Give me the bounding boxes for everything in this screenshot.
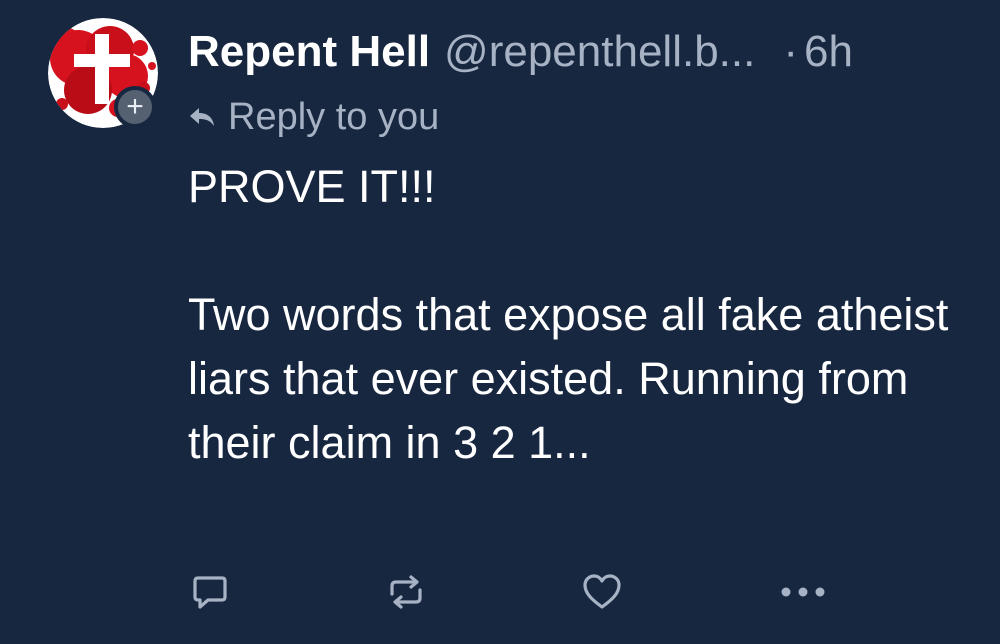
time-separator: · (783, 27, 798, 76)
plus-icon: + (126, 90, 144, 123)
reply-context-label: Reply to you (228, 95, 440, 138)
post-body: PROVE IT!!! Two words that expose all fa… (188, 155, 968, 475)
repost-icon (390, 575, 422, 609)
timestamp[interactable]: 6h (804, 24, 853, 80)
post: + Repent Hell @repenthell.b... · 6h Repl… (0, 0, 1000, 644)
heart-icon (583, 574, 621, 609)
post-text-line: PROVE IT!!! (188, 161, 436, 212)
reply-button[interactable] (188, 570, 232, 614)
more-button[interactable] (778, 570, 828, 614)
more-icon (781, 587, 825, 597)
handle[interactable]: @repenthell.b... (444, 24, 755, 80)
like-button[interactable] (580, 570, 624, 614)
reply-arrow-icon (190, 108, 214, 126)
repost-button[interactable] (384, 570, 428, 614)
reply-context[interactable]: Reply to you (188, 92, 439, 142)
comment-icon (193, 576, 227, 609)
avatar-container[interactable]: + (48, 18, 160, 130)
post-text-paragraph: Two words that expose all fake atheist l… (188, 289, 949, 468)
post-header: Repent Hell @repenthell.b... · 6h (188, 24, 853, 84)
follow-badge-button[interactable]: + (114, 86, 156, 128)
action-bar (188, 570, 848, 614)
display-name[interactable]: Repent Hell (188, 24, 430, 80)
